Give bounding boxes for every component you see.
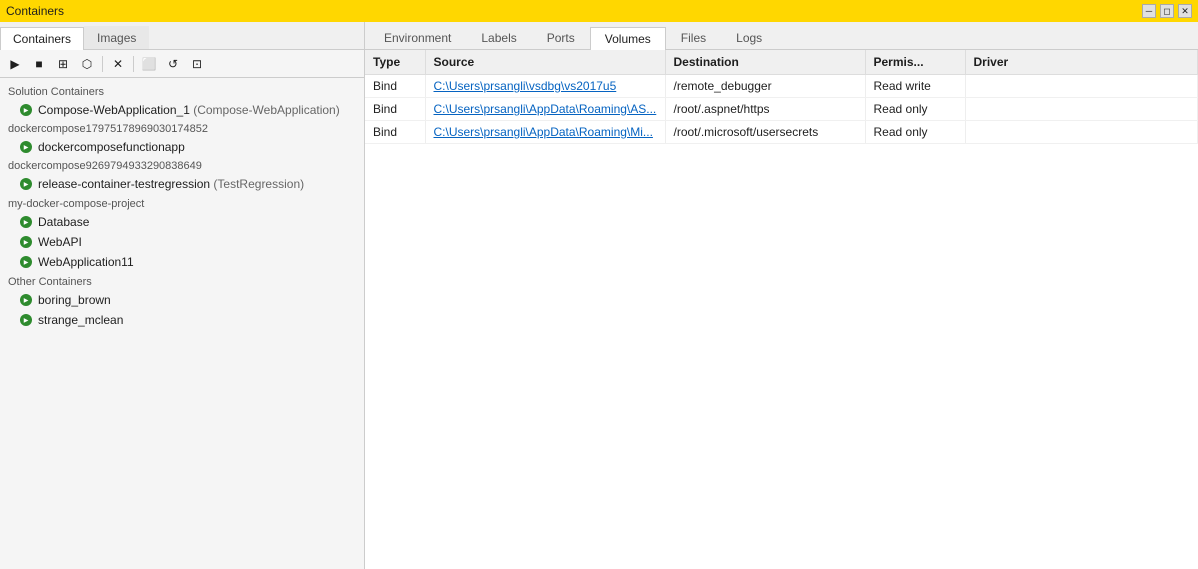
status-icon-running-6 bbox=[20, 256, 32, 268]
left-toolbar: ▶ ■ ⊞ ⬡ ✕ ⬜ ↺ ⊡ bbox=[0, 50, 364, 78]
cell-permissions-2: Read only bbox=[865, 121, 965, 144]
col-header-type: Type bbox=[365, 50, 425, 75]
item-label-boring-brown: boring_brown bbox=[38, 293, 111, 307]
item-label-webapplication11: WebApplication11 bbox=[38, 255, 134, 269]
col-header-permissions: Permis... bbox=[865, 50, 965, 75]
item-label-functionapp: dockercomposefunctionapp bbox=[38, 140, 185, 154]
cell-driver-1 bbox=[965, 98, 1198, 121]
status-icon-running-5 bbox=[20, 236, 32, 248]
item-label-compose: Compose-WebApplication_1 (Compose-WebApp… bbox=[38, 103, 340, 117]
item-label-strange-mclean: strange_mclean bbox=[38, 313, 123, 327]
tab-environment[interactable]: Environment bbox=[369, 26, 466, 49]
item-label-database: Database bbox=[38, 215, 89, 229]
toolbar-separator-2 bbox=[133, 56, 134, 72]
group-id-1: dockercompose17975178969030174852 bbox=[0, 120, 364, 137]
refresh-button[interactable]: ↺ bbox=[162, 53, 184, 75]
table-row: BindC:\Users\prsangli\AppData\Roaming\Mi… bbox=[365, 121, 1198, 144]
tab-labels[interactable]: Labels bbox=[466, 26, 531, 49]
left-tab-bar: Containers Images bbox=[0, 22, 364, 50]
cell-type-2: Bind bbox=[365, 121, 425, 144]
status-icon-running-4 bbox=[20, 216, 32, 228]
tree-item-dockercomposefunctionapp[interactable]: dockercomposefunctionapp bbox=[0, 137, 364, 157]
col-header-driver: Driver bbox=[965, 50, 1198, 75]
close-button[interactable]: ✕ bbox=[1178, 4, 1192, 18]
cell-destination-1: /root/.aspnet/https bbox=[665, 98, 865, 121]
toolbar-separator-1 bbox=[102, 56, 103, 72]
tree-item-release-container[interactable]: release-container-testregression (TestRe… bbox=[0, 174, 364, 194]
tab-images[interactable]: Images bbox=[84, 26, 149, 49]
group-label-mycompose: my-docker-compose-project bbox=[0, 194, 364, 212]
volumes-table-wrapper: Type Source Destination Permis... Driver… bbox=[365, 50, 1198, 569]
tab-ports[interactable]: Ports bbox=[532, 26, 590, 49]
volumes-table: Type Source Destination Permis... Driver… bbox=[365, 50, 1198, 144]
browse-button[interactable]: ⬜ bbox=[138, 53, 160, 75]
container-tree: Solution Containers Compose-WebApplicati… bbox=[0, 78, 364, 569]
col-header-source: Source bbox=[425, 50, 665, 75]
attach-button[interactable]: ⊞ bbox=[52, 53, 74, 75]
status-icon-running-3 bbox=[20, 178, 32, 190]
cell-permissions-1: Read only bbox=[865, 98, 965, 121]
delete-button[interactable]: ✕ bbox=[107, 53, 129, 75]
tree-item-boring-brown[interactable]: boring_brown bbox=[0, 290, 364, 310]
left-panel: Containers Images ▶ ■ ⊞ ⬡ ✕ ⬜ ↺ ⊡ Soluti… bbox=[0, 22, 365, 569]
title-bar-controls: ─ ◻ ✕ bbox=[1142, 4, 1192, 18]
table-row: BindC:\Users\prsangli\AppData\Roaming\AS… bbox=[365, 98, 1198, 121]
cell-type-0: Bind bbox=[365, 75, 425, 98]
tab-logs[interactable]: Logs bbox=[721, 26, 777, 49]
tree-item-strange-mclean[interactable]: strange_mclean bbox=[0, 310, 364, 330]
minimize-button[interactable]: ─ bbox=[1142, 4, 1156, 18]
cell-source-0[interactable]: C:\Users\prsangli\vsdbg\vs2017u5 bbox=[425, 75, 665, 98]
right-tab-bar: Environment Labels Ports Volumes Files L… bbox=[365, 22, 1198, 50]
col-header-destination: Destination bbox=[665, 50, 865, 75]
exec-button[interactable]: ⬡ bbox=[76, 53, 98, 75]
item-label-webapi: WebAPI bbox=[38, 235, 82, 249]
status-icon-running bbox=[20, 104, 32, 116]
more-button[interactable]: ⊡ bbox=[186, 53, 208, 75]
title-bar-title: Containers bbox=[6, 4, 64, 18]
title-bar: Containers ─ ◻ ✕ bbox=[0, 0, 1198, 22]
tree-item-webapi[interactable]: WebAPI bbox=[0, 232, 364, 252]
restore-button[interactable]: ◻ bbox=[1160, 4, 1174, 18]
cell-driver-0 bbox=[965, 75, 1198, 98]
cell-permissions-0: Read write bbox=[865, 75, 965, 98]
group-label-other: Other Containers bbox=[0, 272, 364, 290]
group-label-solution: Solution Containers bbox=[0, 82, 364, 100]
right-panel: Environment Labels Ports Volumes Files L… bbox=[365, 22, 1198, 569]
status-icon-running-8 bbox=[20, 314, 32, 326]
main-container: Containers Images ▶ ■ ⊞ ⬡ ✕ ⬜ ↺ ⊡ Soluti… bbox=[0, 22, 1198, 569]
tree-item-compose-webapplication[interactable]: Compose-WebApplication_1 (Compose-WebApp… bbox=[0, 100, 364, 120]
group-id-2: dockercompose9269794933290838649 bbox=[0, 157, 364, 174]
tab-volumes[interactable]: Volumes bbox=[590, 27, 666, 50]
tree-item-webapplication11[interactable]: WebApplication11 bbox=[0, 252, 364, 272]
cell-source-2[interactable]: C:\Users\prsangli\AppData\Roaming\Mi... bbox=[425, 121, 665, 144]
status-icon-running-7 bbox=[20, 294, 32, 306]
stop-button[interactable]: ■ bbox=[28, 53, 50, 75]
cell-source-1[interactable]: C:\Users\prsangli\AppData\Roaming\AS... bbox=[425, 98, 665, 121]
cell-driver-2 bbox=[965, 121, 1198, 144]
run-button[interactable]: ▶ bbox=[4, 53, 26, 75]
tab-containers[interactable]: Containers bbox=[0, 27, 84, 50]
tab-files[interactable]: Files bbox=[666, 26, 721, 49]
status-icon-running-2 bbox=[20, 141, 32, 153]
item-label-release: release-container-testregression (TestRe… bbox=[38, 177, 304, 191]
cell-type-1: Bind bbox=[365, 98, 425, 121]
table-row: BindC:\Users\prsangli\vsdbg\vs2017u5/rem… bbox=[365, 75, 1198, 98]
tree-item-database[interactable]: Database bbox=[0, 212, 364, 232]
cell-destination-0: /remote_debugger bbox=[665, 75, 865, 98]
cell-destination-2: /root/.microsoft/usersecrets bbox=[665, 121, 865, 144]
